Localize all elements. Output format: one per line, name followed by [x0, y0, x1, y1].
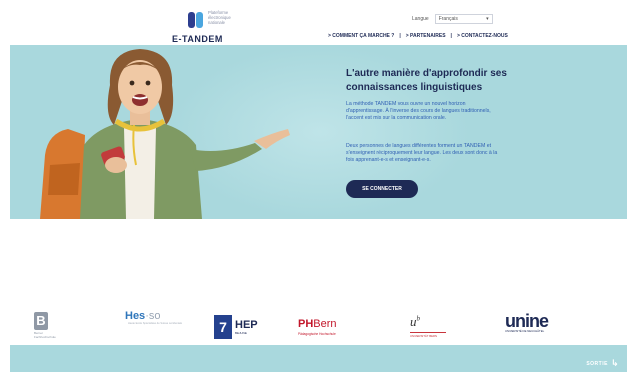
main-nav: > COMMENT ÇA MARCHE ? | > PARTENAIRES | …: [328, 33, 508, 39]
ub-divider: [410, 332, 446, 333]
bfh-mark: B: [34, 312, 48, 330]
language-label: Langue: [412, 16, 429, 22]
partners-strip: B Berner Fachhochschule Hes·so Haute Eco…: [0, 300, 627, 345]
nav-how-it-works[interactable]: > COMMENT ÇA MARCHE ?: [328, 33, 394, 39]
partner-unibe-logo[interactable]: ub UNIVERSITÄT BERN: [410, 314, 446, 338]
ub-name-sup: b: [416, 314, 421, 323]
hero-paragraph-1: La méthode TANDEM vous ouvre un nouvel h…: [346, 101, 491, 121]
nav-separator: |: [399, 33, 401, 39]
partner-hes-so-logo[interactable]: Hes·so Haute Ecole Spécialisée de Suisse…: [125, 310, 185, 325]
language-selected: Français: [438, 16, 458, 22]
hep-caption: BEJUNE: [235, 330, 247, 335]
partner-bfh-logo[interactable]: B Berner Fachhochschule: [34, 312, 64, 339]
ph-name-rest: Bern: [313, 318, 337, 330]
ub-caption: UNIVERSITÄT BERN: [410, 334, 437, 338]
unine-caption: UNIVERSITÉ DE NEUCHÂTEL: [505, 329, 545, 333]
unine-name: unine: [505, 311, 549, 331]
ph-caption: Pädagogische Hochschule: [298, 332, 336, 336]
site-header: Plateforme électronique nationale E-TAND…: [0, 0, 627, 45]
exit-link[interactable]: SORTIE ↳: [586, 358, 619, 369]
ph-name-bold: PH: [298, 318, 314, 330]
partner-hep-logo[interactable]: 7 HEP BEJUNE: [214, 315, 258, 339]
exit-label: SORTIE: [586, 360, 608, 367]
logo-mark-icon: [188, 12, 204, 28]
partner-phbern-logo[interactable]: PHBern Pädagogische Hochschule: [298, 318, 337, 336]
hero-banner: L'autre manière d'approfondir ses connai…: [10, 45, 627, 219]
partner-unine-logo[interactable]: unine UNIVERSITÉ DE NEUCHÂTEL: [505, 311, 549, 333]
hep-name-text: HEP: [235, 318, 258, 331]
language-select[interactable]: Français ▾: [434, 14, 493, 24]
hes-name-main: Hes: [125, 310, 146, 322]
exit-arrow-icon: ↳: [610, 358, 619, 368]
bfh-caption: Berner Fachhochschule: [34, 331, 56, 339]
hero-title: L'autre manière d'approfondir ses connai…: [346, 68, 507, 93]
site-footer: SORTIE ↳: [10, 345, 627, 372]
hep-mark: 7: [214, 315, 232, 339]
nav-separator: |: [450, 33, 452, 39]
hes-caption: Haute Ecole Spécialisée de Suisse occide…: [127, 322, 183, 325]
language-switcher: Langue Français ▾: [412, 14, 493, 24]
hero-paragraph-2: Deux personnes de langues différentes fo…: [346, 143, 498, 163]
chevron-down-icon: ▾: [486, 16, 489, 22]
nav-partners[interactable]: > PARTENAIRES: [406, 33, 446, 39]
logo-subtitle: Plateforme électronique nationale: [208, 10, 256, 25]
hes-name-suffix: ·so: [145, 310, 161, 322]
login-button[interactable]: SE CONNECTER: [346, 180, 418, 198]
logo-subtitle-line: nationale: [208, 20, 225, 25]
ub-name: ub: [410, 314, 446, 330]
hero-person-image: [40, 49, 290, 219]
ph-name: PHBern: [298, 318, 337, 330]
hes-name: Hes·so: [125, 310, 185, 322]
hep-name: HEP BEJUNE: [235, 318, 258, 335]
nav-contact[interactable]: > CONTACTEZ-NOUS: [457, 33, 508, 39]
logo-name: E-TANDEM: [172, 34, 223, 44]
site-logo[interactable]: Plateforme électronique nationale E-TAND…: [170, 8, 260, 44]
